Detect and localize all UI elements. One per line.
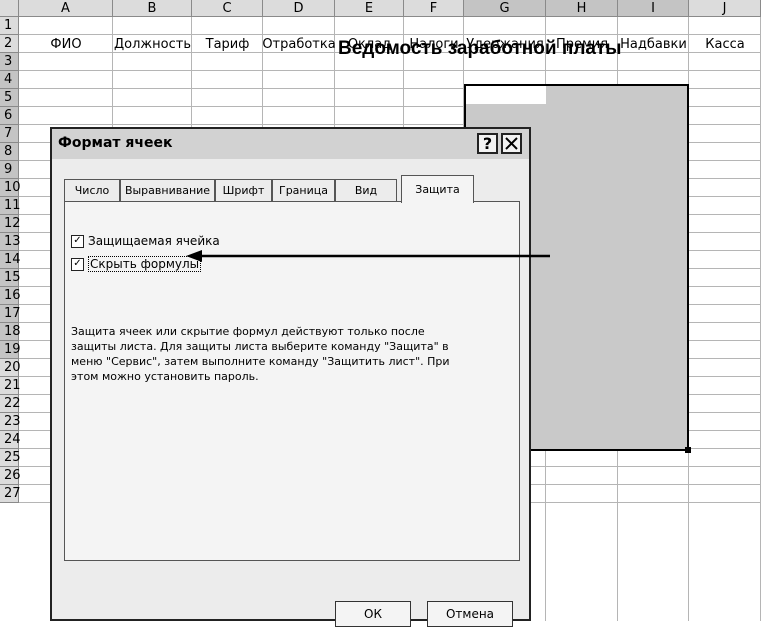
row-header-11[interactable]: 11 — [0, 197, 21, 215]
pointer-arrow — [186, 250, 550, 262]
tab-font[interactable]: Шрифт — [215, 179, 272, 201]
hide-formulas-checkbox[interactable]: ✓ Скрыть формулы — [71, 256, 202, 272]
format-cells-dialog: Формат ячеек ? Число Выравнивание Шрифт … — [50, 127, 531, 627]
tab-border[interactable]: Граница — [272, 179, 335, 201]
column-header-g[interactable]: G — [464, 0, 546, 17]
column-header-j[interactable]: J — [689, 0, 761, 17]
row-header-26[interactable]: 26 — [0, 467, 21, 485]
row-header-12[interactable]: 12 — [0, 215, 21, 233]
row-header-13[interactable]: 13 — [0, 233, 21, 251]
header-cell[interactable]: ФИО — [19, 35, 113, 53]
checkbox-box: ✓ — [71, 257, 84, 271]
help-button[interactable]: ? — [477, 133, 498, 154]
header-cell[interactable]: Тариф — [192, 35, 263, 53]
ok-button[interactable]: ОК — [335, 601, 411, 627]
hide-formulas-label: Скрыть формулы — [88, 256, 202, 272]
row-header-19[interactable]: 19 — [0, 341, 21, 359]
tab-number[interactable]: Число — [64, 179, 120, 201]
cancel-button[interactable]: Отмена — [427, 601, 513, 627]
row-header-21[interactable]: 21 — [0, 377, 21, 395]
select-all-corner[interactable] — [0, 0, 19, 17]
column-header-h[interactable]: H — [546, 0, 618, 17]
row-header-27[interactable]: 27 — [0, 485, 21, 503]
row-header-4[interactable]: 4 — [0, 71, 19, 89]
row-header-22[interactable]: 22 — [0, 395, 21, 413]
question-icon: ? — [482, 134, 493, 153]
row-header-15[interactable]: 15 — [0, 269, 21, 287]
column-header-f[interactable]: F — [404, 0, 464, 17]
row-header-8[interactable]: 8 — [0, 143, 19, 161]
gridline — [19, 70, 761, 71]
row-header-25[interactable]: 25 — [0, 449, 21, 467]
row-header-24[interactable]: 24 — [0, 431, 21, 449]
protected-cell-label: Защищаемая ячейка — [88, 234, 220, 248]
header-cell[interactable]: Касса — [689, 35, 761, 53]
tab-alignment[interactable]: Выравнивание — [120, 179, 215, 201]
header-cell[interactable]: Должность — [113, 35, 192, 53]
row-header-16[interactable]: 16 — [0, 287, 21, 305]
column-header-c[interactable]: C — [192, 0, 263, 17]
close-button[interactable] — [501, 133, 522, 154]
column-header-a[interactable]: A — [19, 0, 113, 17]
fill-handle[interactable] — [685, 447, 691, 453]
column-header-e[interactable]: E — [335, 0, 404, 17]
tab-protection[interactable]: Защита — [401, 175, 474, 203]
check-icon: ✓ — [73, 258, 82, 269]
header-cell[interactable]: Надбавки — [618, 35, 689, 53]
row-header-1[interactable]: 1 — [0, 17, 19, 35]
row-header-20[interactable]: 20 — [0, 359, 21, 377]
row-header-2[interactable]: 2 — [0, 35, 19, 53]
checkbox-box: ✓ — [71, 234, 84, 248]
tab-view[interactable]: Вид — [335, 179, 397, 201]
protected-cell-checkbox[interactable]: ✓ Защищаемая ячейка — [71, 234, 220, 248]
info-line: Защита ячеек или скрытие формул действую… — [71, 325, 425, 338]
row-header-9[interactable]: 9 — [0, 161, 19, 179]
protection-info-text: Защита ячеек или скрытие формул действую… — [71, 324, 471, 384]
check-icon: ✓ — [73, 235, 82, 246]
row-header-5[interactable]: 5 — [0, 89, 19, 107]
info-line: меню "Сервис", затем выполните команду "… — [71, 355, 450, 368]
header-cell[interactable]: Оклад — [335, 35, 404, 53]
row-header-23[interactable]: 23 — [0, 413, 21, 431]
header-cell[interactable]: Удержания — [464, 35, 546, 53]
header-cell[interactable]: Премия — [546, 35, 618, 53]
row-header-3[interactable]: 3 — [0, 53, 19, 71]
row-header-7[interactable]: 7 — [0, 125, 19, 143]
row-header-10[interactable]: 10 — [0, 179, 21, 197]
row-header-17[interactable]: 17 — [0, 305, 21, 323]
close-icon — [505, 137, 518, 150]
dialog-titlebar: Формат ячеек ? — [52, 129, 529, 159]
info-line: защиты листа. Для защиты листа выберите … — [71, 340, 449, 353]
row-header-6[interactable]: 6 — [0, 107, 19, 125]
column-header-b[interactable]: B — [113, 0, 192, 17]
info-line: этом можно установить пароль. — [71, 370, 259, 383]
row-header-14[interactable]: 14 — [0, 251, 21, 269]
column-header-i[interactable]: I — [618, 0, 689, 17]
column-header-d[interactable]: D — [263, 0, 335, 17]
header-cell[interactable]: Налоги — [404, 35, 464, 53]
active-cell[interactable] — [466, 86, 546, 104]
header-cell[interactable]: Отработка — [262, 35, 335, 53]
dialog-title: Формат ячеек — [58, 135, 173, 151]
row-header-18[interactable]: 18 — [0, 323, 21, 341]
